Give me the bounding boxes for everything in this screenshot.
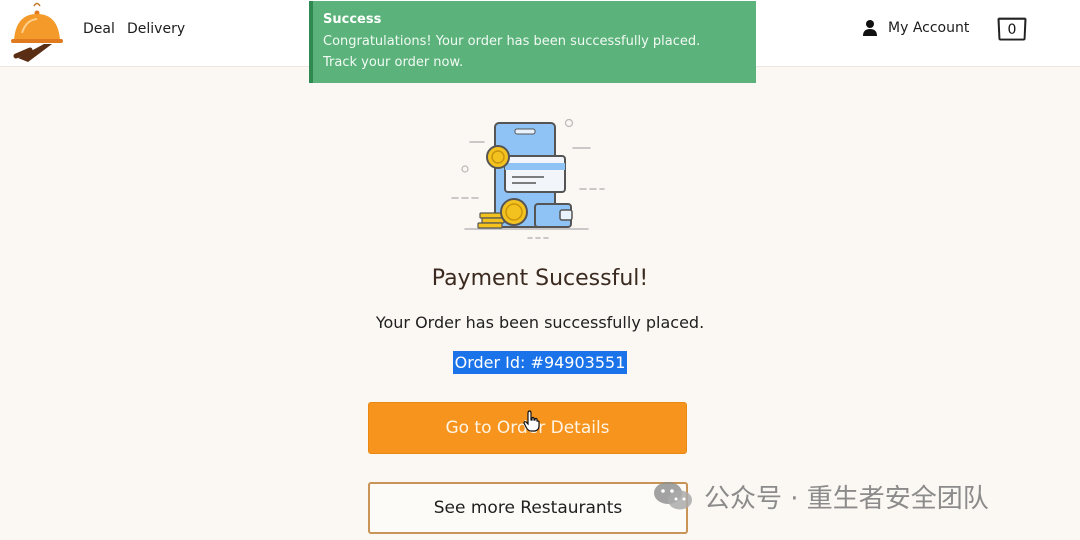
toast-track-message: Track your order now.	[323, 55, 464, 70]
order-id-row: Order Id: #94903551	[0, 351, 1080, 374]
watermark: 公众号 · 重生者安全团队	[652, 476, 989, 516]
payment-success-title: Payment Sucessful!	[431, 266, 649, 291]
nav-delivery[interactable]: Delivery	[127, 21, 185, 37]
payment-illustration	[451, 118, 605, 239]
cart-count: 0	[1007, 21, 1017, 38]
order-placed-message: Your Order has been successfully placed.	[375, 313, 705, 332]
nav-deal[interactable]: Deal	[83, 21, 115, 37]
my-account-label: My Account	[888, 20, 970, 36]
user-icon	[863, 20, 877, 36]
hand-cursor-icon	[523, 410, 540, 432]
toast-message: Congratulations! Your order has been suc…	[323, 34, 701, 49]
cart-button[interactable]: 0	[997, 17, 1027, 41]
success-toast[interactable]: Success Congratulations! Your order has …	[309, 1, 756, 83]
wechat-icon	[654, 482, 692, 510]
see-more-restaurants-button[interactable]: See more Restaurants	[368, 482, 688, 534]
cloche-logo-icon[interactable]	[8, 0, 66, 64]
order-id-text[interactable]: Order Id: #94903551	[452, 351, 628, 374]
toast-title: Success	[323, 12, 382, 27]
watermark-text: 公众号 · 重生者安全团队	[704, 483, 989, 514]
my-account-link[interactable]: My Account	[862, 14, 969, 42]
